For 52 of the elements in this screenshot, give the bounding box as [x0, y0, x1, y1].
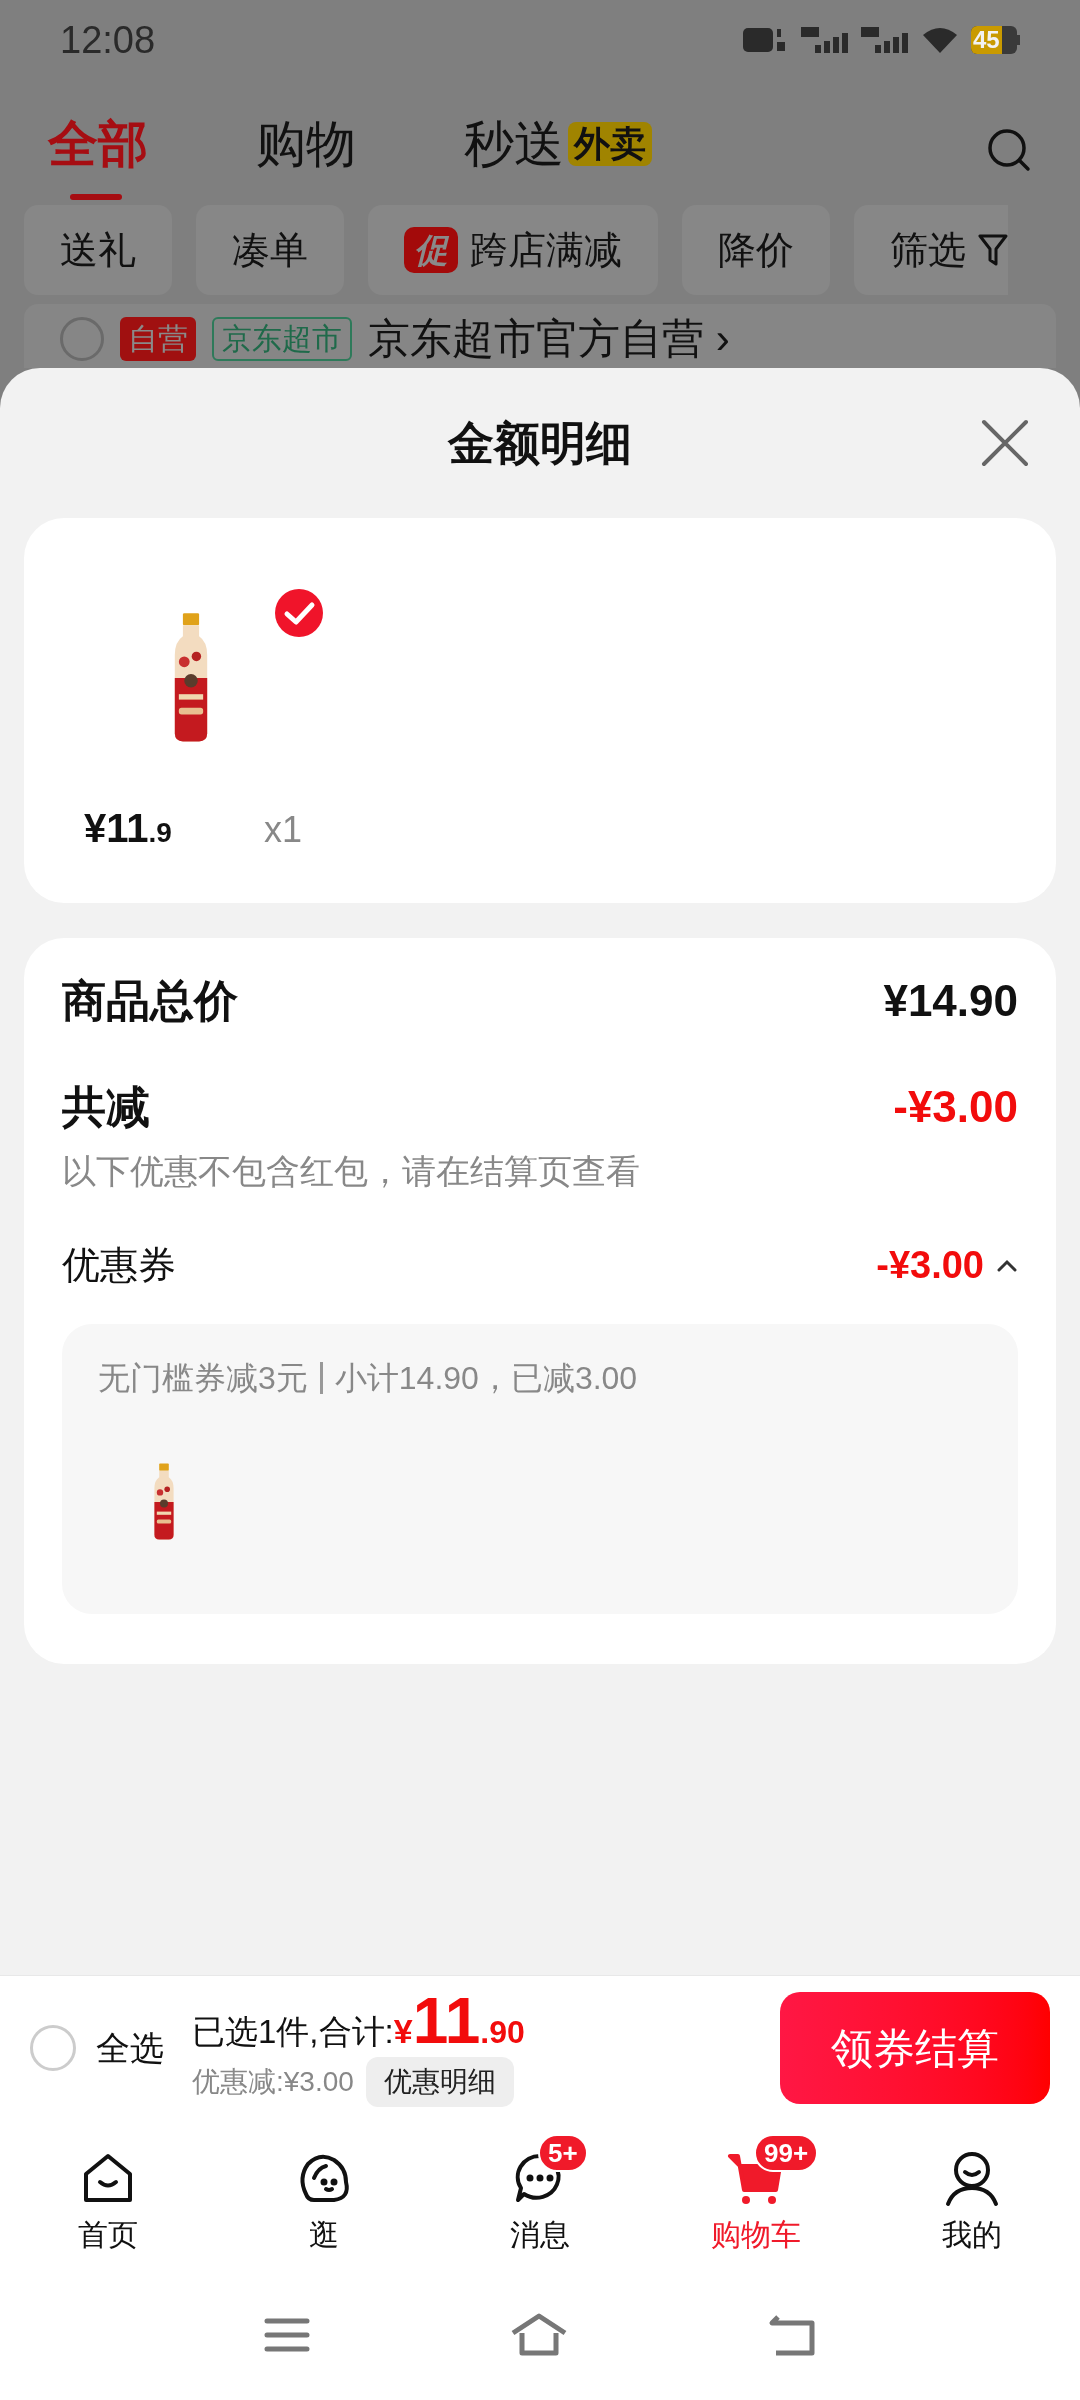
- total-price: ¥11.90: [393, 1989, 525, 2057]
- count-badge: 99+: [754, 2133, 819, 2172]
- product-quantity: x1: [264, 808, 303, 852]
- filter-chip[interactable]: 降价: [682, 205, 830, 295]
- menu-icon[interactable]: [264, 2317, 310, 2353]
- discount-summary: 优惠减:¥3.00: [192, 2065, 354, 2099]
- total-label: 商品总价: [62, 975, 238, 1027]
- back-icon[interactable]: [768, 2313, 816, 2357]
- selection-summary: 已选1件,合计:: [192, 2012, 394, 2052]
- wifi-icon: [921, 25, 959, 55]
- filter-chip[interactable]: 送礼: [24, 205, 172, 295]
- checkout-button[interactable]: 领券结算: [780, 1992, 1050, 2104]
- filter-chip[interactable]: 促 跨店满减: [368, 205, 658, 295]
- product-price: ¥11.9: [84, 805, 173, 852]
- coupon-name: 无门槛券减3元: [98, 1359, 308, 1398]
- delivery-badge: 外卖: [568, 122, 652, 166]
- chip-label: 跨店满减: [470, 227, 622, 273]
- total-value: ¥14.90: [883, 975, 1018, 1027]
- chip-label: 筛选: [890, 227, 966, 273]
- store-checkbox[interactable]: [60, 317, 104, 361]
- nav-tab[interactable]: 我的: [864, 2133, 1080, 2257]
- discount-label: 共减: [62, 1081, 150, 1133]
- category-tab[interactable]: 秒送 外卖: [464, 96, 652, 204]
- close-icon[interactable]: [980, 418, 1030, 468]
- status-time: 12:08: [60, 17, 156, 63]
- nav-tab[interactable]: 购物车 99+: [648, 2133, 864, 2257]
- category-tab[interactable]: 购物: [256, 96, 356, 204]
- sheet-title: 金额明细: [448, 415, 632, 471]
- search-icon[interactable]: [986, 127, 1032, 173]
- details-button[interactable]: 优惠明细: [365, 2057, 514, 2107]
- store-name[interactable]: 京东超市官方自营 ›: [368, 314, 730, 364]
- nav-tab[interactable]: 消息 5+: [432, 2133, 648, 2257]
- filter-chip[interactable]: 凑单: [196, 205, 344, 295]
- coupon-value: -¥3.00: [876, 1243, 984, 1288]
- discount-value: -¥3.00: [893, 1081, 1018, 1133]
- nav-tab[interactable]: 逛: [216, 2133, 432, 2257]
- coupon-label: 优惠券: [62, 1243, 176, 1288]
- chevron-up-icon[interactable]: [996, 1258, 1018, 1273]
- promo-tag: 促: [404, 227, 458, 273]
- coupon-subtotal: 小计14.90，已减3.00: [334, 1359, 638, 1398]
- select-all-checkbox[interactable]: [30, 2025, 76, 2071]
- select-all-label[interactable]: 全选: [96, 2022, 164, 2074]
- filter-icon: [978, 233, 1008, 267]
- filter-chip[interactable]: 筛选: [854, 205, 1008, 295]
- self-operated-tag: 自营: [120, 317, 196, 361]
- count-badge: 5+: [538, 2133, 588, 2172]
- check-icon[interactable]: [274, 588, 324, 638]
- nav-tab[interactable]: 首页: [0, 2133, 216, 2257]
- store-tag: 京东超市: [212, 317, 352, 361]
- home-icon[interactable]: [510, 2313, 568, 2357]
- battery-level: 45: [971, 26, 1002, 54]
- discount-note: 以下优惠不包含红包，请在结算页查看: [62, 1151, 641, 1192]
